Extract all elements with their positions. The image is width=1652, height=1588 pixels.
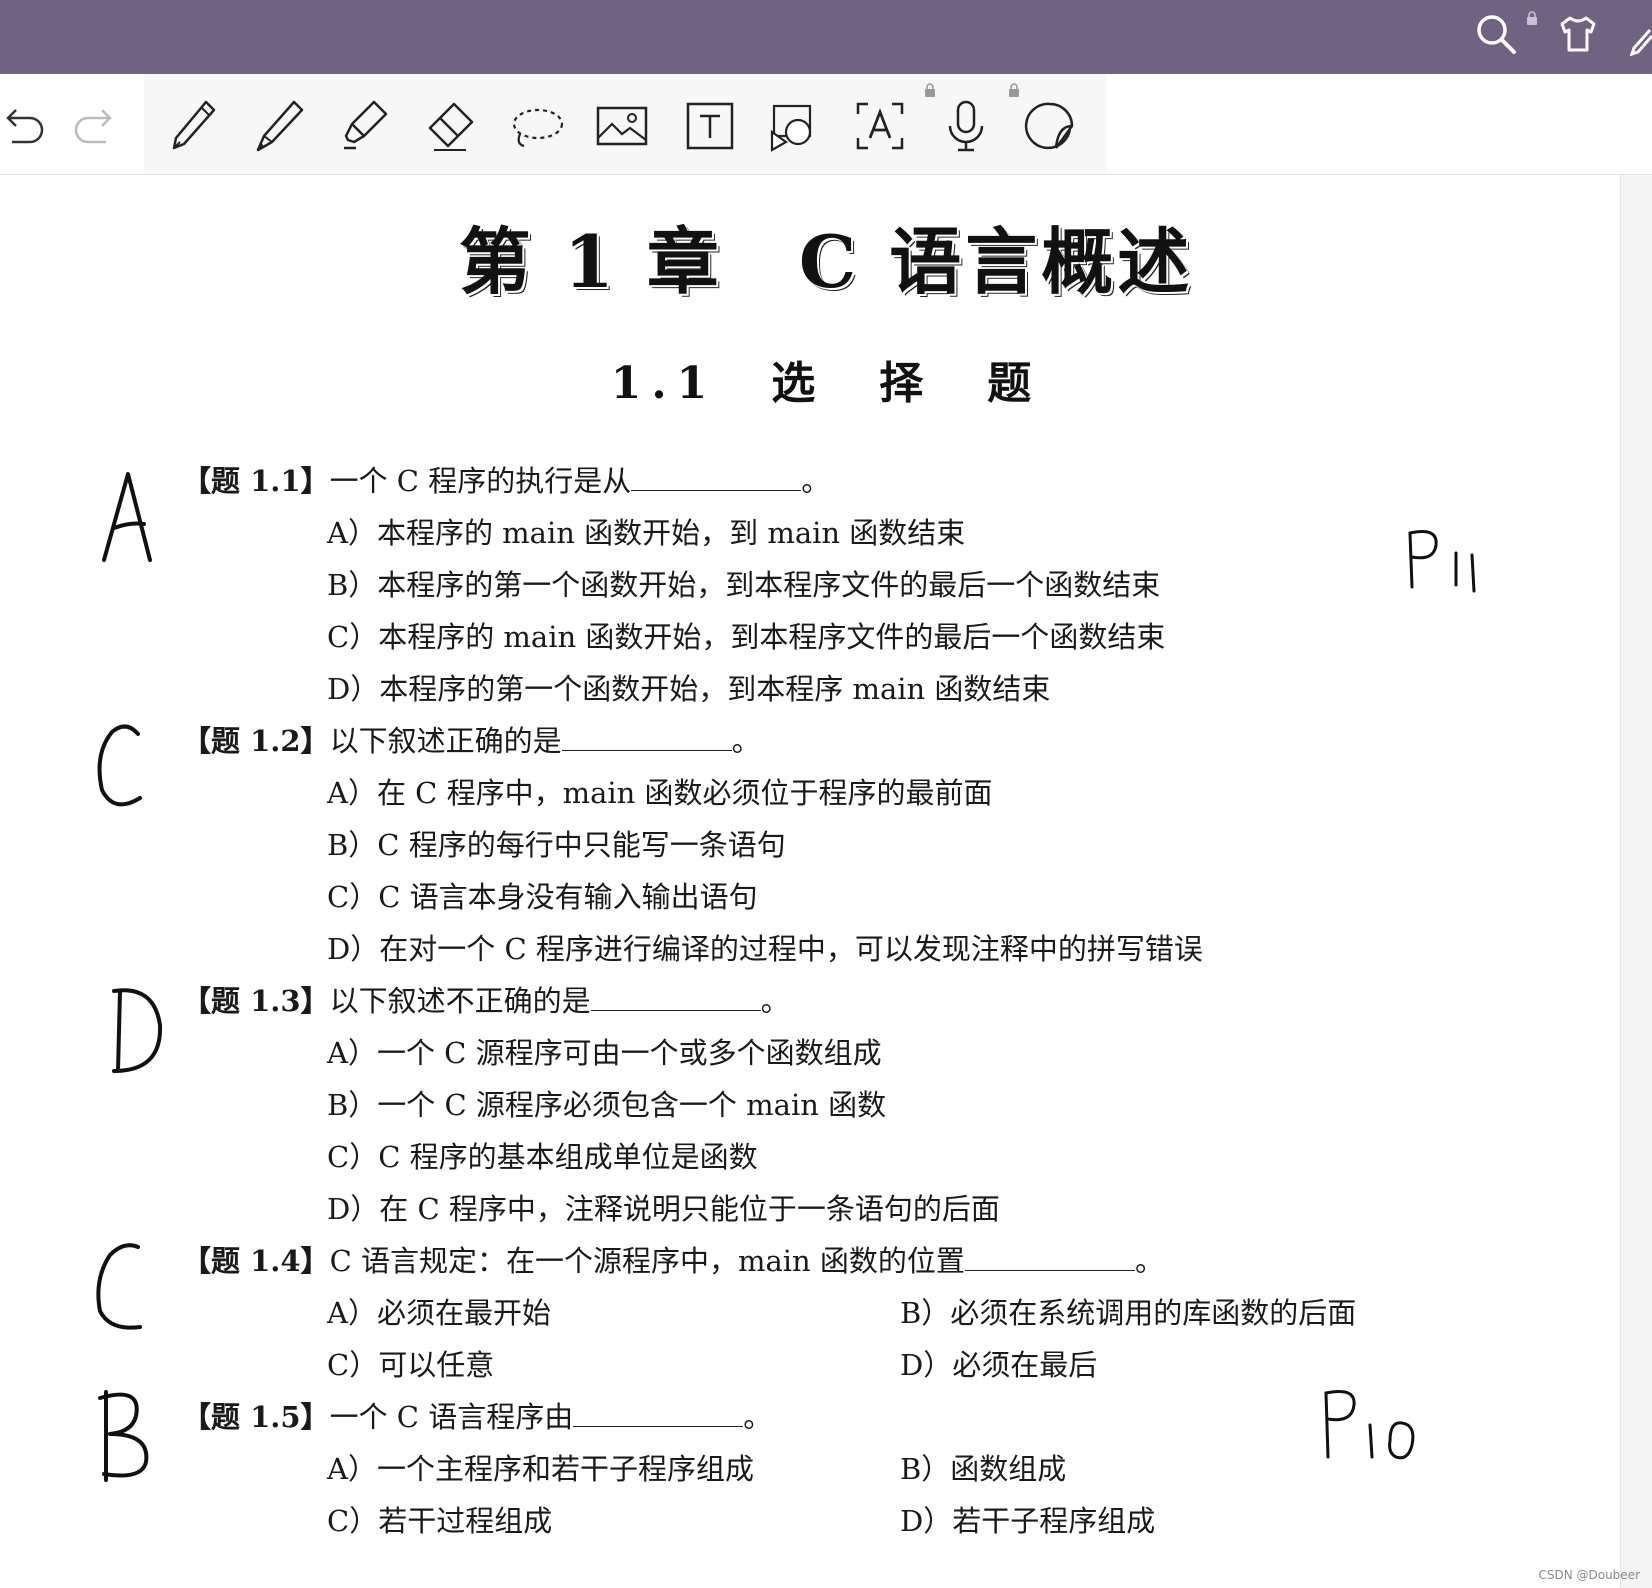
fountain-pen-icon[interactable]	[162, 96, 222, 156]
redo-icon[interactable]	[64, 96, 124, 156]
shapes-icon[interactable]	[764, 96, 824, 156]
lock-icon	[1008, 82, 1020, 97]
option: B）必须在系统调用的库函数的后面	[900, 1296, 1357, 1330]
answer-blank	[964, 1244, 1135, 1271]
answer-blank	[573, 1400, 744, 1427]
handwritten-note-p11	[1404, 527, 1494, 597]
option: C）本程序的 main 函数开始，到本程序文件的最后一个函数结束	[327, 620, 1166, 654]
handwritten-answer-b	[92, 1380, 182, 1490]
handwritten-answer-d	[104, 975, 194, 1085]
option: A）本程序的 main 函数开始，到 main 函数结束	[327, 516, 966, 550]
question-tag: 【题 1.5】	[182, 1400, 330, 1434]
option: B）C 程序的每行中只能写一条语句	[327, 828, 786, 862]
lock-icon	[924, 82, 936, 97]
question-text: 以下叙述正确的是	[329, 724, 562, 758]
section-title: 1.1 选 择 题	[610, 358, 1042, 409]
eraser-icon[interactable]	[420, 96, 480, 156]
answer-blank	[631, 464, 802, 491]
drawing-toolbar	[0, 74, 1652, 175]
shirt-icon[interactable]	[1554, 10, 1602, 58]
question-end: 。	[801, 464, 831, 498]
handwritten-note-p10	[1318, 1385, 1428, 1465]
question-end: 。	[1134, 1244, 1164, 1278]
option: C）C 语言本身没有输入输出语句	[327, 880, 758, 914]
page-scroll-gutter[interactable]	[1620, 175, 1652, 1588]
microphone-icon[interactable]	[936, 96, 996, 156]
question-text: 以下叙述不正确的是	[329, 984, 591, 1018]
tool-group	[144, 74, 1106, 174]
option: B）本程序的第一个函数开始，到本程序文件的最后一个函数结束	[327, 568, 1161, 602]
text-recognition-icon[interactable]	[850, 96, 910, 156]
question-stem: 【题 1.2】以下叙述正确的是 。	[182, 718, 761, 760]
handwritten-answer-a	[92, 460, 182, 570]
answer-blank	[561, 724, 732, 751]
option: D）若干子程序组成	[900, 1504, 1156, 1538]
document-page: 第 1 章 C 语言概述 1.1 选 择 题 【题 1.1】一个 C 程序的执行…	[0, 175, 1620, 1588]
option: C）可以任意	[327, 1348, 495, 1382]
option: A）一个 C 源程序可由一个或多个函数组成	[327, 1036, 882, 1070]
answer-blank	[590, 984, 761, 1011]
top-bar	[0, 0, 1652, 74]
option: B）一个 C 源程序必须包含一个 main 函数	[327, 1088, 887, 1122]
handwritten-answer-c	[86, 710, 176, 820]
image-icon[interactable]	[592, 96, 652, 156]
question-end: 。	[760, 984, 790, 1018]
option: D）在对一个 C 程序进行编译的过程中，可以发现注释中的拼写错误	[327, 932, 1203, 966]
ballpoint-pen-icon[interactable]	[248, 96, 308, 156]
question-stem: 【题 1.3】以下叙述不正确的是 。	[182, 978, 790, 1020]
chapter-title: 第 1 章 C 语言概述	[458, 219, 1194, 304]
question-stem: 【题 1.1】一个 C 程序的执行是从 。	[182, 458, 830, 500]
watermark: CSDN @Doubeer	[1538, 1568, 1640, 1582]
option: A）在 C 程序中，main 函数必须位于程序的最前面	[327, 776, 993, 810]
handwritten-answer-c	[86, 1235, 176, 1345]
search-icon[interactable]	[1472, 10, 1520, 58]
option: A）一个主程序和若干子程序组成	[327, 1452, 754, 1486]
question-tag: 【题 1.3】	[182, 984, 330, 1018]
question-tag: 【题 1.1】	[182, 464, 330, 498]
option: C）若干过程组成	[327, 1504, 553, 1538]
question-tag: 【题 1.4】	[182, 1244, 330, 1278]
question-text: 一个 C 语言程序由	[329, 1400, 574, 1434]
question-stem: 【题 1.4】C 语言规定：在一个源程序中，main 函数的位置 。	[182, 1238, 1164, 1280]
question-end: 。	[743, 1400, 773, 1434]
option: D）本程序的第一个函数开始，到本程序 main 函数结束	[327, 672, 1051, 706]
option: D）在 C 程序中，注释说明只能位于一条语句的后面	[327, 1192, 1000, 1226]
option: C）C 程序的基本组成单位是函数	[327, 1140, 758, 1174]
option: A）必须在最开始	[327, 1296, 551, 1330]
highlighter-icon[interactable]	[334, 96, 394, 156]
lock-icon	[1526, 10, 1538, 25]
lasso-icon[interactable]	[506, 96, 566, 156]
textbox-icon[interactable]	[680, 96, 740, 156]
pen-edge-icon[interactable]	[1628, 10, 1652, 58]
option: B）函数组成	[900, 1452, 1067, 1486]
question-end: 。	[731, 724, 761, 758]
question-text: C 语言规定：在一个源程序中，main 函数的位置	[329, 1244, 965, 1278]
question-stem: 【题 1.5】一个 C 语言程序由 。	[182, 1394, 772, 1436]
question-tag: 【题 1.2】	[182, 724, 330, 758]
sticker-icon[interactable]	[1020, 96, 1080, 156]
option: D）必须在最后	[900, 1348, 1098, 1382]
question-text: 一个 C 程序的执行是从	[329, 464, 632, 498]
undo-icon[interactable]	[0, 96, 54, 156]
